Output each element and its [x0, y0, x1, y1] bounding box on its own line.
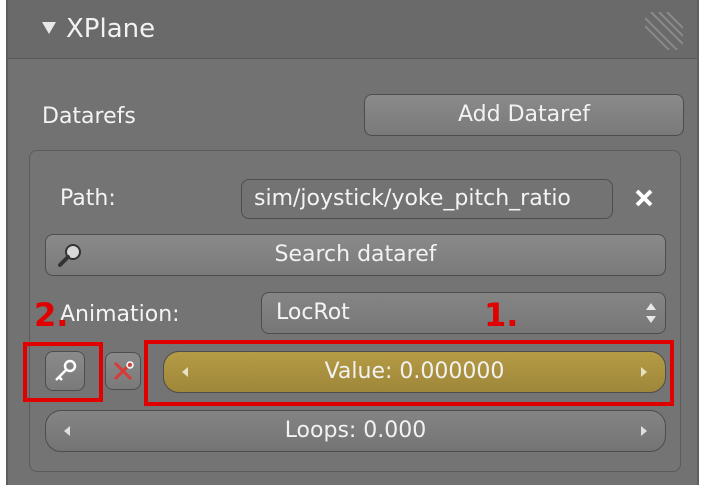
highlight-box-2: [23, 342, 103, 402]
animation-label: Animation:: [60, 302, 180, 327]
search-icon: [58, 244, 81, 267]
panel-title: XPlane: [66, 14, 156, 44]
right-arrow-icon[interactable]: [641, 426, 647, 436]
loops-slider[interactable]: Loops: 0.000: [45, 410, 666, 452]
close-icon[interactable]: [634, 188, 654, 208]
unlink-icon: [113, 361, 134, 381]
up-down-arrows-icon: [646, 303, 656, 323]
panel-header[interactable]: XPlane: [8, 0, 697, 59]
remove-keyframe-button[interactable]: [105, 352, 141, 390]
path-label: Path:: [60, 186, 116, 211]
datarefs-label: Datarefs: [42, 104, 136, 129]
add-dataref-button[interactable]: Add Dataref: [364, 94, 684, 136]
disclosure-triangle-icon[interactable]: [42, 22, 56, 34]
animation-select[interactable]: LocRot: [261, 292, 666, 334]
loops-label: Loops: 0.000: [284, 418, 427, 443]
search-dataref-button[interactable]: Search dataref: [45, 234, 666, 276]
grip-icon[interactable]: [645, 12, 683, 50]
left-arrow-icon[interactable]: [64, 426, 70, 436]
search-dataref-label: Search dataref: [274, 242, 437, 267]
annotation-1: 1.: [484, 296, 519, 334]
animation-value: LocRot: [276, 300, 350, 325]
xplane-panel: XPlane Datarefs Add Dataref Path: sim/jo…: [6, 0, 699, 485]
annotation-2: 2.: [34, 296, 69, 334]
path-input[interactable]: sim/joystick/yoke_pitch_ratio: [241, 179, 613, 219]
highlight-box-1: [144, 340, 674, 406]
